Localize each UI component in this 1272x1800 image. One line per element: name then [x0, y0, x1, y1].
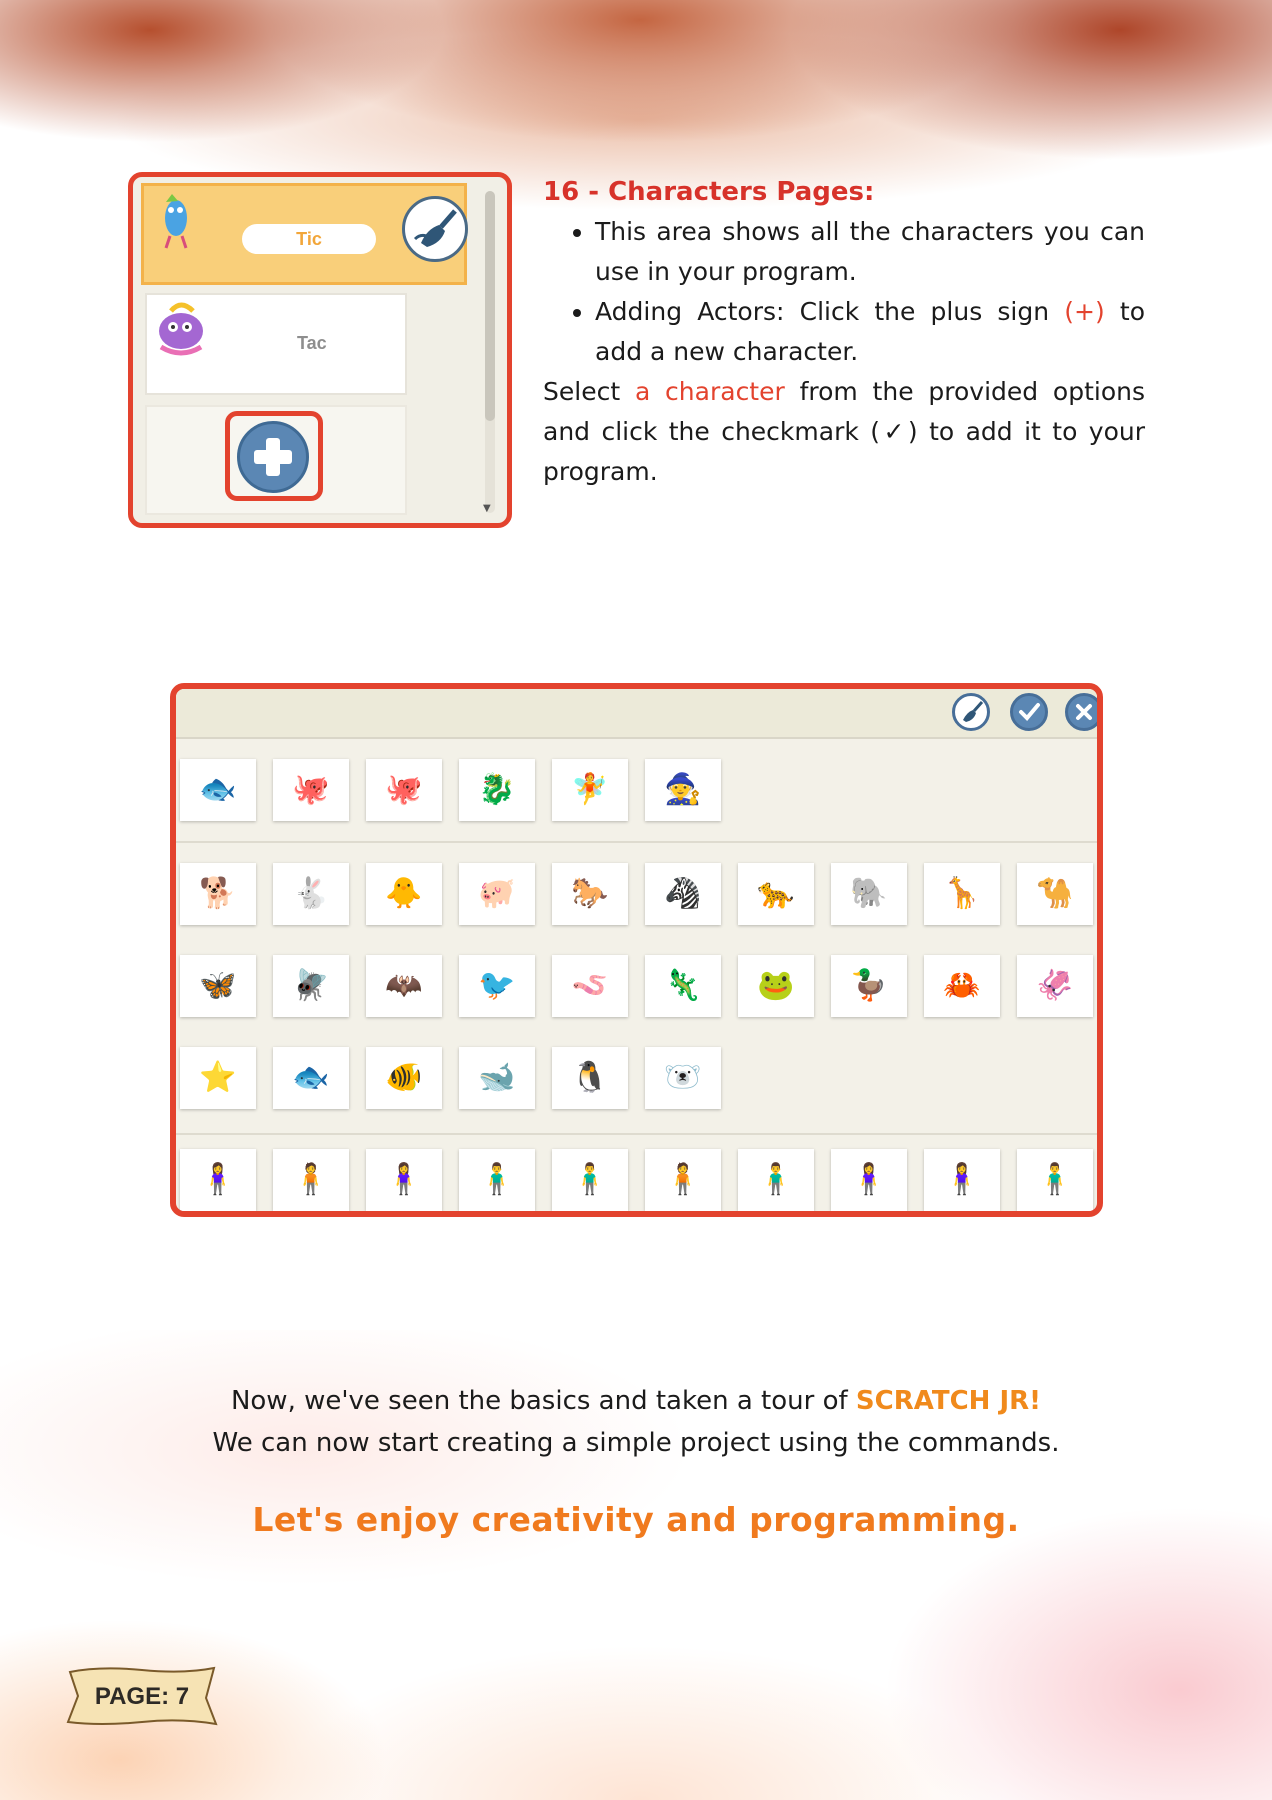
section-bullets: This area shows all the characters you c… — [543, 212, 1145, 372]
bullet-characters-area: This area shows all the characters you c… — [595, 212, 1145, 292]
character-tile[interactable]: 🦒 — [924, 863, 1000, 925]
character-tile[interactable]: 🐟 — [273, 1047, 349, 1109]
characters-panel-screenshot: Tic Tac ▼ — [128, 172, 512, 528]
character-tile[interactable]: 🧍 — [645, 1149, 721, 1211]
character-tile[interactable]: 🦋 — [180, 955, 256, 1017]
bullet-adding-text: Adding Actors: Click the plus sign — [595, 297, 1065, 326]
character-tile[interactable]: 🦇 — [366, 955, 442, 1017]
paintbrush-icon — [963, 701, 984, 722]
character-tile[interactable]: 🧚 — [552, 759, 628, 821]
add-actor-button[interactable] — [237, 421, 309, 493]
character-tile[interactable]: 🪱 — [552, 955, 628, 1017]
actor-name-tic[interactable]: Tic — [242, 224, 376, 254]
character-tile[interactable]: 🐘 — [831, 863, 907, 925]
paint-new-character-button[interactable] — [952, 693, 990, 731]
closing-text: Now, we've seen the basics and taken a t… — [230, 1386, 856, 1416]
actor-name-tac: Tac — [297, 333, 327, 353]
actor-card-tac[interactable]: Tac — [145, 293, 407, 395]
character-tile[interactable]: 🧍‍♀️ — [831, 1149, 907, 1211]
character-tile[interactable]: 🐙 — [366, 759, 442, 821]
closing-line-1: Now, we've seen the basics and taken a t… — [140, 1380, 1132, 1422]
section-heading: 16 - Characters Pages: — [543, 177, 875, 207]
character-tile[interactable]: 🐎 — [552, 863, 628, 925]
character-tile[interactable]: 🧙 — [645, 759, 721, 821]
character-tile[interactable]: 🦓 — [645, 863, 721, 925]
actor-card-tic[interactable]: Tic — [141, 183, 468, 285]
characters-pages-section: 16 - Characters Pages: This area shows a… — [543, 172, 1145, 492]
character-tile[interactable]: 🐪 — [1017, 863, 1093, 925]
scrollbar-thumb[interactable] — [485, 191, 495, 421]
character-tile[interactable]: 🐕 — [180, 863, 256, 925]
closing-paragraph: Now, we've seen the basics and taken a t… — [140, 1380, 1132, 1464]
paintbrush-icon — [413, 209, 457, 247]
paint-editor-button[interactable] — [402, 196, 468, 262]
close-icon — [1076, 704, 1092, 720]
character-tile[interactable]: 🧍 — [273, 1149, 349, 1211]
character-tile[interactable]: 🪰 — [273, 955, 349, 1017]
character-tile[interactable]: 🧍‍♂️ — [459, 1149, 535, 1211]
plus-icon — [254, 438, 292, 476]
row-divider — [176, 1133, 1097, 1135]
close-library-button[interactable] — [1065, 693, 1097, 731]
select-text: Select — [543, 377, 635, 406]
character-tile[interactable]: 🐙 — [273, 759, 349, 821]
character-tile[interactable]: 🐖 — [459, 863, 535, 925]
scratch-jr-brand: SCRATCH JR! — [855, 1386, 1042, 1416]
character-tile[interactable]: 🐇 — [273, 863, 349, 925]
character-tile[interactable]: 🐸 — [738, 955, 814, 1017]
library-toolbar — [176, 689, 1097, 739]
character-tile[interactable]: 🦆 — [831, 955, 907, 1017]
a-character-highlight: a character — [634, 377, 785, 406]
tic-character-icon — [164, 194, 188, 249]
plus-sign-text: (+) — [1064, 297, 1105, 326]
character-tile[interactable]: 🦑 — [1017, 955, 1093, 1017]
character-library-screenshot: 🐟 🐙 🐙 🐉 🧚 🧙 🐕 🐇 🐥 🐖 🐎 🦓 🐆 🐘 🦒 🐪 🦋 🪰 🦇 🐦 … — [170, 683, 1103, 1217]
character-tile[interactable]: 🐉 — [459, 759, 535, 821]
character-tile[interactable]: 🐆 — [738, 863, 814, 925]
select-instruction: Select a character from the provided opt… — [543, 372, 1145, 492]
character-tile[interactable]: 🐥 — [366, 863, 442, 925]
character-tile[interactable]: 🧍‍♀️ — [924, 1149, 1000, 1211]
character-tile[interactable]: 🦀 — [924, 955, 1000, 1017]
scroll-down-arrow-icon[interactable]: ▼ — [483, 503, 491, 514]
character-tile[interactable]: 🐧 — [552, 1047, 628, 1109]
enjoy-tagline: Let's enjoy creativity and programming. — [252, 1500, 1020, 1539]
confirm-checkmark-button[interactable] — [1010, 693, 1048, 731]
row-divider — [176, 841, 1097, 843]
character-tile[interactable]: 🐻‍❄️ — [645, 1047, 721, 1109]
character-tile[interactable]: 🧍‍♂️ — [1017, 1149, 1093, 1211]
page-number: PAGE: 7 — [94, 1683, 190, 1710]
character-tile[interactable]: 🧍‍♂️ — [552, 1149, 628, 1211]
tac-character-icon — [159, 302, 203, 356]
character-tile[interactable]: 🐠 — [366, 1047, 442, 1109]
character-tile[interactable]: 🐟 — [180, 759, 256, 821]
page-number-badge: PAGE: 7 — [60, 1664, 224, 1730]
checkmark-icon — [1019, 703, 1040, 721]
closing-line-2: We can now start creating a simple proje… — [212, 1428, 1060, 1458]
character-tile[interactable]: 🐦 — [459, 955, 535, 1017]
character-tile[interactable]: 🧍‍♀️ — [180, 1149, 256, 1211]
character-tile[interactable]: 🧍‍♂️ — [738, 1149, 814, 1211]
character-tile[interactable]: 🧍‍♀️ — [366, 1149, 442, 1211]
character-tile[interactable]: 🐋 — [459, 1047, 535, 1109]
character-tile[interactable]: 🦎 — [645, 955, 721, 1017]
character-tile[interactable]: ⭐ — [180, 1047, 256, 1109]
bullet-adding-actors: Adding Actors: Click the plus sign (+) t… — [595, 292, 1145, 372]
